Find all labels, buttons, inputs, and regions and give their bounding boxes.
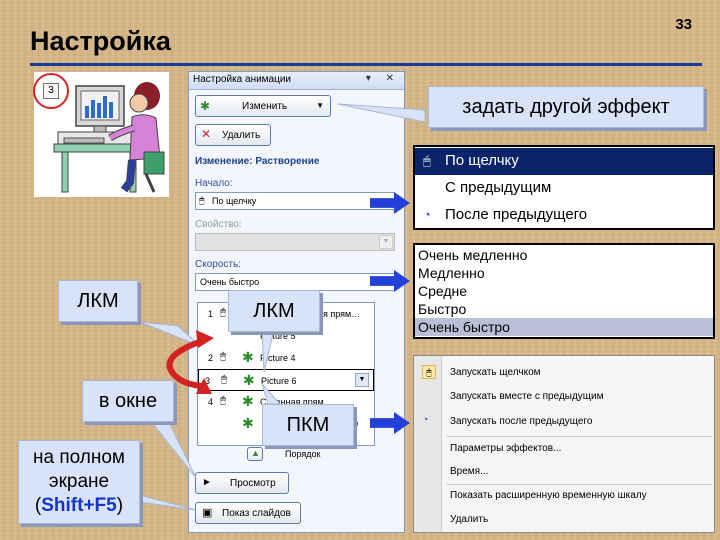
paren-close: ) bbox=[116, 495, 124, 516]
start-dropdown-menu: 🖱 По щелчку С предыдущим ◔ После предыду… bbox=[413, 145, 715, 230]
speed-option-selected[interactable]: Очень быстро bbox=[415, 318, 713, 336]
callout-pointer bbox=[261, 329, 275, 373]
speed-option[interactable]: Средне bbox=[415, 282, 713, 300]
callout-fullscreen-line3: (Shift+F5) bbox=[19, 494, 139, 518]
menu-separator bbox=[446, 436, 712, 437]
context-item-effect-options[interactable]: Параметры эффектов... bbox=[450, 443, 561, 454]
callout-pointer bbox=[148, 419, 197, 479]
callout-rmb: ПКМ bbox=[262, 404, 354, 446]
menu-item-label: С предыдущим bbox=[445, 179, 552, 196]
context-menu: 🖱 Запускать щелчком Запускать вместе с п… bbox=[413, 355, 715, 533]
callout-fullscreen: на полном экране (Shift+F5) bbox=[18, 440, 140, 524]
context-item-remove[interactable]: Удалить bbox=[450, 514, 488, 525]
menu-item-label: По щелчку bbox=[445, 152, 519, 169]
clock-icon: ◔ bbox=[423, 207, 431, 222]
menu-item-label: После предыдущего bbox=[445, 206, 588, 223]
callout-other-effect-text: задать другой эффект bbox=[462, 96, 670, 118]
callout-in-window-text: в окне bbox=[98, 390, 158, 412]
speed-option[interactable]: Быстро bbox=[415, 300, 713, 318]
callout-lmb-mid-text: ЛКМ bbox=[253, 300, 295, 322]
callout-fullscreen-line2: экране bbox=[48, 471, 110, 492]
context-item-start-with-previous[interactable]: Запускать вместе с предыдущим bbox=[450, 391, 604, 402]
callout-in-window: в окне bbox=[82, 380, 174, 422]
context-item-start-after-previous[interactable]: Запускать после предыдущего bbox=[450, 416, 592, 427]
callout-fullscreen-line1: на полном bbox=[33, 447, 125, 468]
speed-dropdown-menu: Очень медленно Медленно Средне Быстро Оч… bbox=[413, 243, 715, 339]
callout-pointer bbox=[337, 103, 426, 123]
shortcut-key: Shift+F5 bbox=[41, 495, 117, 516]
callout-lmb-left: ЛКМ bbox=[58, 280, 138, 322]
clock-icon: ◔ bbox=[422, 414, 429, 426]
context-item-show-timeline[interactable]: Показать расширенную временную шкалу bbox=[450, 490, 647, 501]
menu-item-with-previous[interactable]: С предыдущим bbox=[415, 175, 713, 202]
red-arrowhead-icon bbox=[196, 330, 214, 348]
mouse-icon: 🖱 bbox=[423, 153, 431, 168]
speed-option[interactable]: Очень медленно bbox=[415, 246, 713, 264]
callout-other-effect: задать другой эффект bbox=[428, 86, 704, 128]
speed-option[interactable]: Медленно bbox=[415, 264, 713, 282]
menu-separator bbox=[446, 484, 712, 485]
context-menu-icon-strip bbox=[414, 356, 442, 532]
context-item-timing[interactable]: Время... bbox=[450, 466, 488, 477]
callout-pointer bbox=[261, 383, 282, 405]
callout-rmb-text: ПКМ bbox=[286, 414, 330, 436]
mouse-icon: 🖱 bbox=[422, 365, 436, 379]
context-item-start-on-click[interactable]: Запускать щелчком bbox=[450, 367, 541, 378]
callout-lmb-mid: ЛКМ bbox=[228, 290, 320, 332]
menu-item-after-previous[interactable]: ◔ После предыдущего bbox=[415, 202, 713, 229]
menu-item-on-click[interactable]: 🖱 По щелчку bbox=[415, 148, 713, 175]
callout-lmb-left-text: ЛКМ bbox=[77, 290, 119, 312]
